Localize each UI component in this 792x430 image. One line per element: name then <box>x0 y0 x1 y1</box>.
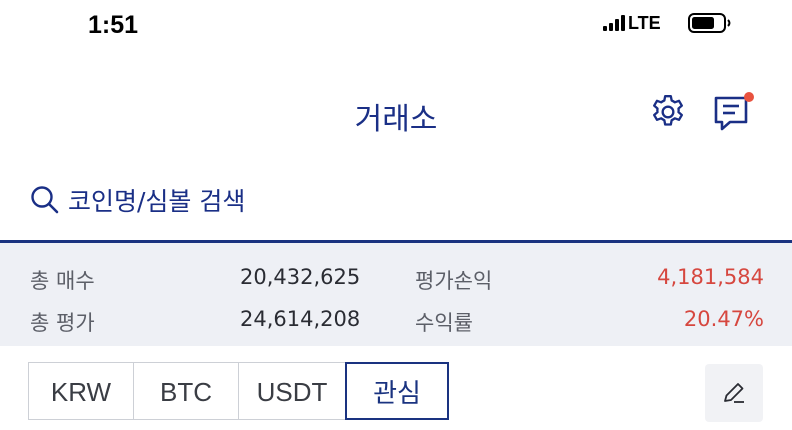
search-icon <box>31 186 59 214</box>
total-eval-label: 총 평가 <box>30 311 95 335</box>
market-tabs: KRW BTC USDT 관심 <box>28 362 449 422</box>
battery-icon <box>688 13 731 33</box>
return-label: 수익률 <box>415 311 473 335</box>
messages-button[interactable] <box>712 92 758 140</box>
signal-icon <box>603 15 625 31</box>
pnl-label: 평가손익 <box>415 269 493 293</box>
edit-favorites-button[interactable] <box>705 364 763 422</box>
search-placeholder: 코인명/심볼 검색 <box>68 187 246 216</box>
total-buy-value: 20,432,625 <box>240 265 361 289</box>
network-type: LTE <box>628 13 661 33</box>
status-bar: 1:51 LTE <box>0 0 792 60</box>
app-header: 거래소 <box>0 70 792 160</box>
portfolio-summary: 총 매수 20,432,625 평가손익 4,181,584 총 평가 24,6… <box>0 240 792 346</box>
total-eval-value: 24,614,208 <box>240 307 361 331</box>
tab-btc[interactable]: BTC <box>133 362 239 420</box>
status-time: 1:51 <box>88 11 139 39</box>
pnl-value: 4,181,584 <box>657 265 764 289</box>
total-buy-label: 총 매수 <box>30 269 95 293</box>
notification-dot <box>744 92 754 102</box>
chat-icon <box>714 92 754 131</box>
return-value: 20.47% <box>683 307 764 331</box>
gear-icon <box>653 95 683 126</box>
tab-favorites[interactable]: 관심 <box>345 362 449 420</box>
pencil-icon <box>724 383 744 403</box>
tab-usdt[interactable]: USDT <box>238 362 346 420</box>
settings-button[interactable] <box>648 92 688 136</box>
tab-krw[interactable]: KRW <box>28 362 134 420</box>
search-input[interactable]: 코인명/심볼 검색 <box>30 180 530 220</box>
